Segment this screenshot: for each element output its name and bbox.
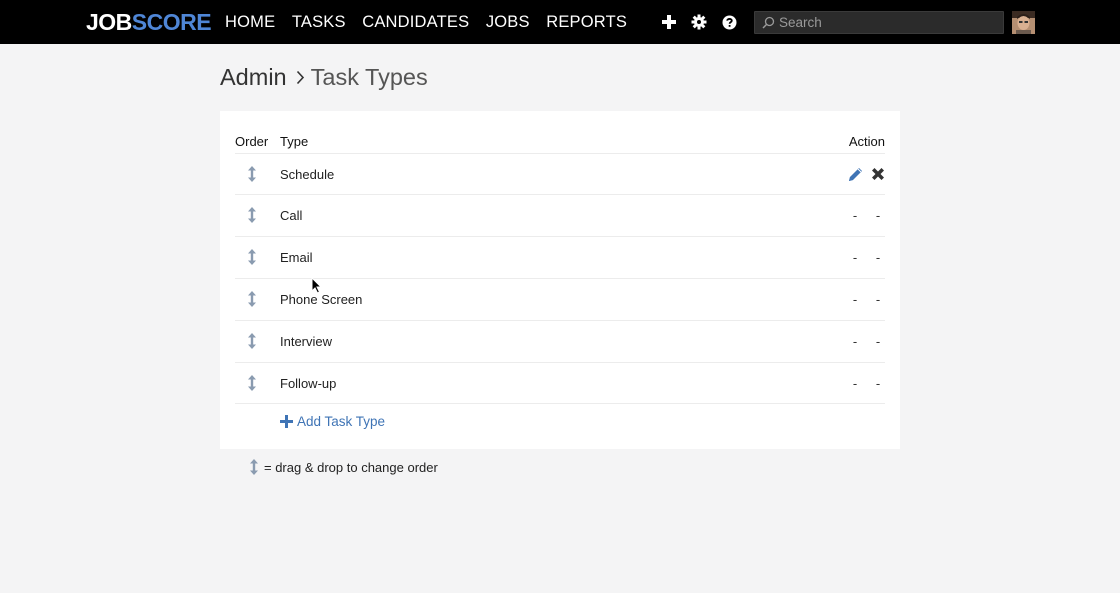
nav-candidates[interactable]: CANDIDATES [362, 12, 469, 32]
plus-icon [280, 415, 293, 428]
close-icon[interactable] [869, 166, 887, 184]
drag-handle-icon[interactable] [247, 166, 257, 182]
help-icon[interactable] [722, 12, 742, 32]
edit-unavailable: - [852, 292, 858, 307]
header-action: Action [848, 134, 885, 149]
drag-handle-icon[interactable] [247, 375, 257, 391]
search-icon [762, 16, 775, 29]
page-title: Task Types [310, 64, 428, 90]
delete-unavailable: - [875, 208, 881, 223]
breadcrumb: Admin Task Types [220, 64, 428, 91]
drag-handle-icon[interactable] [247, 333, 257, 349]
header-order: Order [235, 134, 269, 149]
delete-unavailable: - [875, 250, 881, 265]
search-box [754, 11, 1004, 34]
task-type-label: Call [280, 208, 303, 223]
chevron-right-icon [296, 64, 305, 91]
task-type-label: Schedule [280, 167, 335, 182]
top-navbar: JOBSCORE HOME TASKS CANDIDATES JOBS REPO… [0, 0, 1120, 44]
breadcrumb-admin[interactable]: Admin [220, 64, 287, 91]
pencil-icon[interactable] [846, 166, 864, 184]
task-type-list: Schedule Call - - Email - - Phone Screen… [235, 153, 885, 404]
mouse-cursor-icon [311, 276, 323, 299]
task-type-label: Follow-up [280, 376, 337, 391]
main-nav: HOME TASKS CANDIDATES JOBS REPORTS [225, 12, 644, 32]
drag-handle-icon[interactable] [247, 249, 257, 265]
table-header: Order Type Action [235, 134, 885, 154]
task-type-label: Email [280, 250, 313, 265]
table-row: Schedule [235, 153, 885, 194]
plus-icon[interactable] [661, 12, 681, 32]
nav-tasks[interactable]: TASKS [292, 12, 346, 32]
drag-handle-icon[interactable] [247, 207, 257, 223]
edit-unavailable: - [852, 250, 858, 265]
edit-unavailable: - [852, 376, 858, 391]
legend-text: = drag & drop to change order [264, 459, 438, 475]
search-input[interactable] [779, 12, 999, 33]
add-task-type-button[interactable]: Add Task Type [280, 414, 385, 429]
table-row: Email - - [235, 236, 885, 278]
task-types-panel: Order Type Action Schedule Call - - Emai… [220, 111, 900, 449]
jobscore-logo[interactable]: JOBSCORE [86, 10, 212, 34]
table-row: Follow-up - - [235, 362, 885, 404]
table-row: Call - - [235, 194, 885, 236]
drag-handle-icon[interactable] [247, 291, 257, 307]
delete-unavailable: - [875, 376, 881, 391]
edit-unavailable: - [852, 208, 858, 223]
add-task-type-label: Add Task Type [297, 414, 386, 429]
gear-icon[interactable] [691, 12, 711, 32]
edit-unavailable: - [852, 334, 858, 349]
header-type: Type [280, 134, 309, 149]
nav-home[interactable]: HOME [225, 12, 275, 32]
table-row: Interview - - [235, 320, 885, 362]
drag-handle-icon [250, 459, 258, 475]
task-type-label: Interview [280, 334, 333, 349]
delete-unavailable: - [875, 334, 881, 349]
avatar[interactable] [1012, 11, 1035, 34]
drag-legend: = drag & drop to change order [249, 459, 438, 475]
delete-unavailable: - [875, 292, 881, 307]
table-row: Phone Screen - - [235, 278, 885, 320]
nav-jobs[interactable]: JOBS [486, 12, 530, 32]
nav-reports[interactable]: REPORTS [546, 12, 627, 32]
